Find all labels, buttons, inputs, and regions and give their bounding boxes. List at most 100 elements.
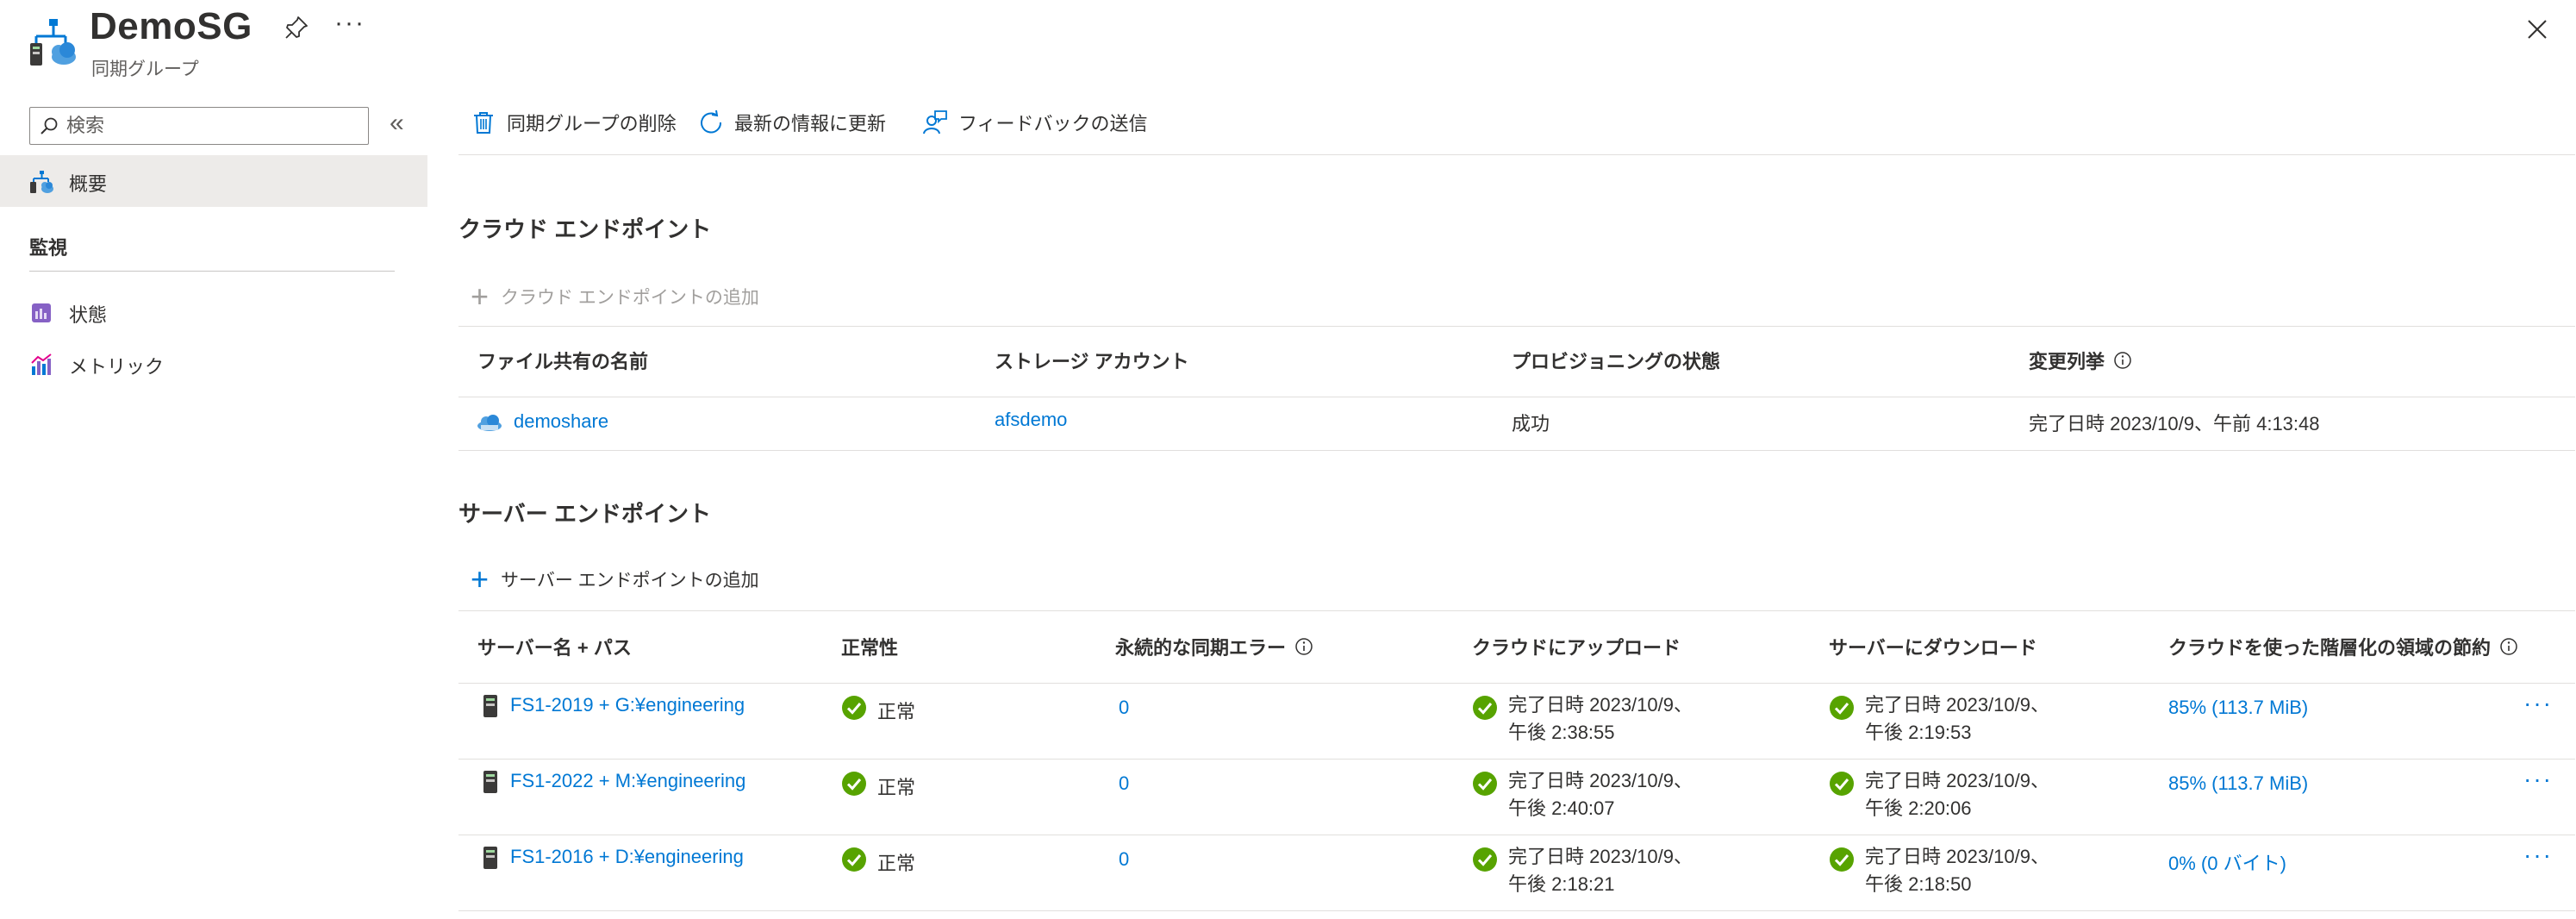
delete-sync-group-button[interactable]: 同期グループの削除 (471, 105, 677, 140)
success-check-icon (1830, 696, 1854, 720)
column-header: ストレージ アカウント (995, 351, 1189, 372)
column-header-label: 永続的な同期エラー (1115, 637, 1287, 659)
file-share-link[interactable]: demoshare (514, 410, 608, 432)
server-endpoints-title: サーバー エンドポイント (458, 501, 711, 527)
server-name-cell: FS1-2022 + M:¥engineering (481, 769, 745, 795)
sidebar-item-label: 状態 (69, 304, 108, 326)
pin-icon[interactable] (283, 14, 310, 41)
upload-status: 完了日時 2023/10/9、 午後 2:18:21 (1508, 843, 1693, 898)
success-check-icon (842, 696, 866, 720)
upload-time: 午後 2:18:21 (1508, 873, 1615, 895)
download-time: 午後 2:19:53 (1865, 722, 1972, 743)
server-endpoint-link[interactable]: FS1-2022 + M:¥engineering (510, 770, 745, 791)
column-header-label: クラウドを使った階層化の領域の節約 (2168, 637, 2492, 659)
success-check-icon (1830, 847, 1854, 872)
sidebar: « 概要 監視 状態 (0, 86, 427, 919)
metrics-icon (31, 353, 52, 375)
upload-date: 完了日時 2023/10/9、 (1508, 694, 1693, 716)
divider (458, 759, 2575, 760)
server-name-cell: FS1-2019 + G:¥engineering (481, 693, 745, 719)
file-share-icon (477, 415, 502, 432)
collapse-sidebar-icon[interactable]: « (390, 109, 404, 138)
feedback-icon (923, 110, 947, 134)
download-date: 完了日時 2023/10/9、 (1865, 770, 2049, 791)
success-check-icon (842, 772, 866, 796)
page-subtitle: 同期グループ (91, 59, 199, 79)
download-status: 完了日時 2023/10/9、 午後 2:20:06 (1865, 767, 2049, 822)
divider (458, 683, 2575, 684)
sidebar-item-metrics[interactable]: メトリック (0, 338, 427, 390)
divider (29, 271, 395, 272)
server-endpoint-link[interactable]: FS1-2016 + D:¥engineering (510, 846, 744, 867)
sidebar-item-label: メトリック (69, 356, 165, 378)
sidebar-item-status[interactable]: 状態 (0, 286, 427, 338)
close-icon[interactable] (2522, 14, 2553, 45)
add-server-endpoint-label: サーバー エンドポイントの追加 (501, 571, 759, 591)
upload-date: 完了日時 2023/10/9、 (1508, 846, 1693, 867)
send-feedback-button[interactable]: フィードバックの送信 (922, 105, 1148, 140)
search-input[interactable] (66, 109, 359, 142)
sync-errors-link[interactable]: 0 (1119, 697, 1129, 719)
cloud-endpoints-title: クラウド エンドポイント (458, 216, 712, 242)
server-icon (483, 847, 497, 869)
row-more-icon[interactable]: ··· (2523, 841, 2553, 869)
info-icon[interactable] (2113, 351, 2132, 370)
page-title: DemoSG (90, 5, 253, 47)
upload-status: 完了日時 2023/10/9、 午後 2:40:07 (1508, 767, 1693, 822)
health-status: 正常 (877, 701, 916, 722)
command-bar: 同期グループの削除 最新の情報に更新 フィードバックの送信 (458, 86, 2575, 155)
info-icon[interactable] (1294, 637, 1313, 656)
column-header: 正常性 (841, 637, 899, 659)
search-icon (41, 117, 58, 134)
download-date: 完了日時 2023/10/9、 (1865, 694, 2049, 716)
sync-errors-link[interactable]: 0 (1119, 848, 1129, 871)
success-check-icon (1473, 847, 1497, 872)
column-header: サーバー名 + パス (477, 637, 632, 659)
sidebar-item-overview[interactable]: 概要 (0, 155, 427, 207)
download-status: 完了日時 2023/10/9、 午後 2:19:53 (1865, 691, 2049, 747)
health-status: 正常 (877, 853, 916, 874)
info-icon[interactable] (2499, 637, 2518, 656)
storage-account-link[interactable]: afsdemo (995, 409, 1067, 431)
nav-group-monitoring: 監視 (29, 237, 68, 259)
row-more-icon[interactable]: ··· (2523, 766, 2553, 793)
sync-errors-link[interactable]: 0 (1119, 772, 1129, 795)
column-header-label: 変更列挙 (2029, 351, 2105, 372)
main-content: 同期グループの削除 最新の情報に更新 フィードバックの送信 クラウド エンドポイ… (458, 86, 2575, 919)
add-cloud-endpoint-label: クラウド エンドポイントの追加 (501, 288, 759, 308)
divider (458, 326, 2575, 327)
more-options-icon[interactable]: ··· (334, 9, 365, 38)
server-icon (483, 695, 497, 717)
status-icon (32, 303, 51, 322)
row-more-icon[interactable]: ··· (2523, 690, 2553, 717)
upload-date: 完了日時 2023/10/9、 (1508, 770, 1693, 791)
tiering-savings-link[interactable]: 85% (113.7 MiB) (2168, 697, 2308, 719)
download-status: 完了日時 2023/10/9、 午後 2:18:50 (1865, 843, 2049, 898)
add-server-endpoint-button[interactable]: + サーバー エンドポイントの追加 (471, 562, 759, 597)
success-check-icon (1473, 772, 1497, 796)
divider (458, 450, 2575, 451)
search-box[interactable] (29, 107, 369, 145)
tiering-savings-link[interactable]: 85% (113.7 MiB) (2168, 772, 2308, 795)
divider (458, 910, 2575, 911)
refresh-button[interactable]: 最新の情報に更新 (698, 105, 886, 140)
change-enum-value: 完了日時 2023/10/9、午前 4:13:48 (2029, 413, 2320, 434)
upload-time: 午後 2:40:07 (1508, 797, 1615, 819)
success-check-icon (1830, 772, 1854, 796)
refresh-label: 最新の情報に更新 (734, 113, 887, 134)
refresh-icon (701, 109, 722, 134)
divider (458, 610, 2575, 611)
column-header: プロビジョニングの状態 (1512, 351, 1721, 372)
add-cloud-endpoint-button[interactable]: + クラウド エンドポイントの追加 (471, 279, 759, 314)
provisioning-state: 成功 (1512, 413, 1550, 434)
health-status: 正常 (877, 777, 916, 798)
table-row: demoshare (476, 410, 608, 433)
column-header: クラウドにアップロード (1472, 637, 1681, 659)
column-header-savings: クラウドを使った階層化の領域の節約 (2168, 633, 2518, 660)
tiering-savings-link[interactable]: 0% (0 バイト) (2168, 848, 2286, 876)
plus-icon: + (471, 278, 490, 314)
download-date: 完了日時 2023/10/9、 (1865, 846, 2049, 867)
server-endpoint-link[interactable]: FS1-2019 + G:¥engineering (510, 694, 745, 716)
download-time: 午後 2:20:06 (1865, 797, 1972, 819)
upload-status: 完了日時 2023/10/9、 午後 2:38:55 (1508, 691, 1693, 747)
